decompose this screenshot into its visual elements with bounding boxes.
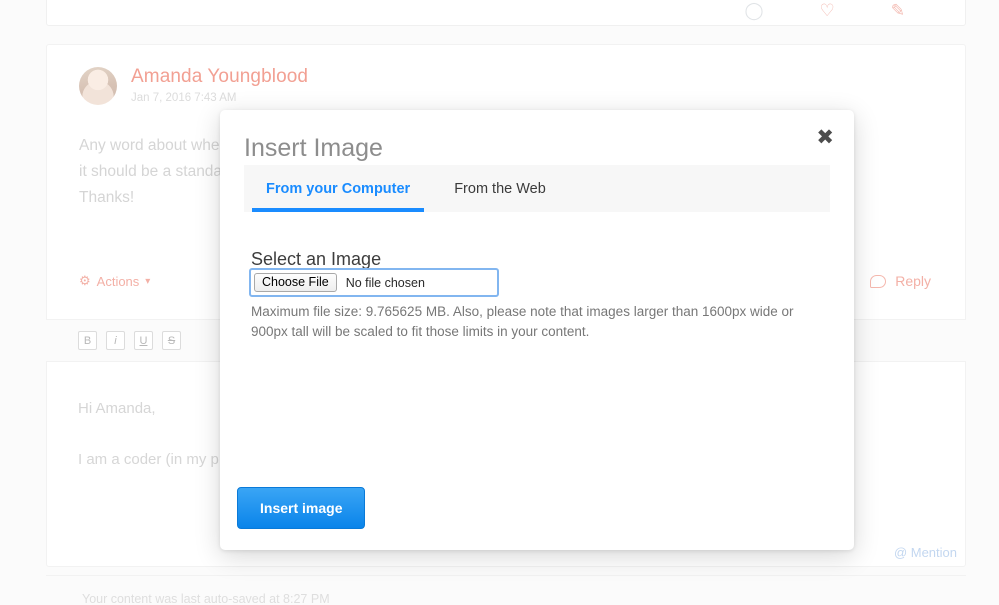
actions-menu[interactable]: ⚙ Actions ▾ — [79, 273, 150, 289]
mention-button[interactable]: @ Mention — [894, 545, 957, 560]
file-size-help-text: Maximum file size: 9.765625 MB. Also, pl… — [251, 304, 794, 339]
post-timestamp: Jan 7, 2016 7:43 AM — [131, 92, 237, 104]
underline-button[interactable]: U — [134, 331, 153, 350]
close-icon[interactable]: ✖ — [812, 123, 838, 152]
insert-image-modal: Insert Image ✖ From your Computer From t… — [220, 110, 854, 550]
italic-button[interactable]: i — [106, 331, 125, 350]
previous-post-icons: ◯ ♡ ✎ — [744, 1, 905, 21]
autosave-status: Your content was last auto-saved at 8:27… — [82, 592, 330, 605]
avatar — [79, 67, 117, 105]
previous-post-card: ◯ ♡ ✎ — [46, 0, 966, 26]
actions-label: Actions — [96, 273, 140, 289]
tab-from-your-computer[interactable]: From your Computer — [244, 165, 432, 212]
reply-icon: ✎ — [890, 1, 905, 20]
choose-file-button[interactable]: Choose File — [254, 273, 337, 292]
bold-button[interactable]: B — [78, 331, 97, 350]
heart-icon: ♡ — [819, 1, 835, 20]
tab-from-the-web[interactable]: From the Web — [432, 165, 568, 212]
gear-icon: ⚙ — [79, 273, 91, 288]
strikethrough-button[interactable]: S — [162, 331, 181, 350]
post-author-name[interactable]: Amanda Youngblood — [131, 67, 308, 87]
speech-bubble-icon — [870, 274, 887, 288]
chevron-down-icon: ▾ — [145, 275, 151, 287]
app-root: ◯ ♡ ✎ Amanda Youngblood Jan 7, 2016 7:43… — [0, 0, 999, 605]
reply-label: Reply — [895, 273, 931, 289]
reply-button[interactable]: Reply — [870, 273, 931, 289]
modal-title: Insert Image — [244, 134, 383, 162]
insert-image-button[interactable]: Insert image — [237, 487, 366, 529]
modal-tabs: From your Computer From the Web — [244, 165, 830, 212]
file-chosen-status: No file chosen — [345, 275, 425, 290]
select-image-heading: Select an Image — [251, 249, 382, 269]
footer-divider — [46, 575, 966, 576]
post-header: Amanda Youngblood Jan 7, 2016 7:43 AM — [79, 67, 308, 105]
comment-bubble-icon: ◯ — [744, 1, 764, 20]
file-input-field[interactable]: Choose File No file chosen — [249, 268, 499, 297]
